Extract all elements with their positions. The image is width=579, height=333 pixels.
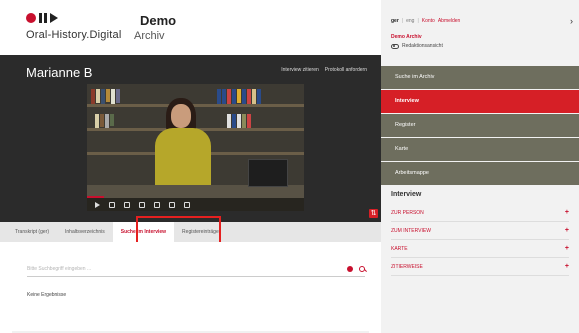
plus-icon: + [564, 245, 569, 252]
print-link[interactable]: Protokoll anfordern [325, 67, 367, 73]
toggle-icon [391, 43, 399, 49]
nav-map[interactable]: Karte [381, 138, 579, 161]
media-area: Marianne B Interview zitieren Protokoll … [0, 55, 381, 222]
volume-icon[interactable] [124, 201, 130, 208]
skip-back-icon[interactable] [109, 201, 115, 208]
close-icon[interactable]: › [570, 16, 573, 26]
accordion-person[interactable]: ZUR PERSON + [391, 204, 569, 222]
archive-name[interactable]: Demo Archiv [391, 34, 579, 40]
sidebar: ger | eng | Konto Abmelden › Demo Archiv… [381, 0, 579, 333]
logo-text: Oral-History.Digital [26, 29, 122, 41]
settings-icon[interactable] [169, 201, 175, 208]
plus-icon: + [564, 263, 569, 270]
edit-view-toggle[interactable]: Redaktionsansicht [391, 43, 579, 49]
transcript-toggle-icon[interactable]: ⇅ [369, 209, 378, 218]
no-results-text: Keine Ergebnisse [27, 292, 67, 298]
nav-search-archive[interactable]: Suche im Archiv [381, 66, 579, 89]
edit-view-label: Redaktionsansicht [402, 43, 443, 49]
reset-search-icon[interactable] [347, 265, 353, 272]
plus-icon: + [564, 227, 569, 234]
plus-icon: + [564, 209, 569, 216]
oral-history-logo[interactable]: Oral-History.Digital [26, 12, 146, 46]
logo-icon [26, 12, 146, 24]
lang-eng[interactable]: eng [406, 18, 414, 24]
account-link[interactable]: Konto [422, 18, 435, 24]
search-panel: Bitte Suchbegriff eingeben ... Keine Erg… [0, 242, 381, 333]
video-controls [87, 198, 304, 211]
accordion-map[interactable]: KARTE + [391, 240, 569, 258]
logout-link[interactable]: Abmelden [438, 18, 461, 24]
nav-workbook[interactable]: Arbeitsmappe [381, 162, 579, 185]
accordion-citation[interactable]: ZITIERWEISE + [391, 258, 569, 276]
media-links: Interview zitieren Protokoll anfordern [281, 67, 367, 73]
nav-interview[interactable]: Interview [381, 90, 579, 113]
header: Oral-History.Digital Demo Archiv [0, 0, 381, 55]
interviewee-name: Marianne B [26, 65, 93, 80]
brand-title: Demo [140, 13, 177, 28]
search-icon[interactable] [359, 265, 365, 272]
brand-subtitle: Archiv [134, 30, 165, 42]
tab-transcript[interactable]: Transkript (ger) [0, 222, 57, 242]
archive-brand[interactable]: Demo Archiv [134, 13, 176, 42]
play-icon[interactable] [95, 201, 100, 208]
video-player[interactable] [87, 84, 304, 211]
nav-register[interactable]: Register [381, 114, 579, 137]
language-switcher: ger | eng | Konto Abmelden [391, 18, 461, 24]
accordion-interview[interactable]: ZUM INTERVIEW + [391, 222, 569, 240]
speed-icon[interactable] [154, 201, 160, 208]
tab-table-of-contents[interactable]: Inhaltsverzeichnis [57, 222, 113, 242]
sidebar-header: ger | eng | Konto Abmelden › Demo Archiv… [381, 0, 579, 66]
search-placeholder: Bitte Suchbegriff eingeben ... [27, 265, 92, 272]
subtitles-icon[interactable] [139, 201, 145, 208]
lang-ger[interactable]: ger [391, 18, 399, 24]
fullscreen-icon[interactable] [184, 201, 190, 208]
interview-section-title: Interview [391, 191, 422, 198]
interview-search-input[interactable]: Bitte Suchbegriff eingeben ... [27, 261, 365, 277]
cite-link[interactable]: Interview zitieren [281, 67, 319, 73]
